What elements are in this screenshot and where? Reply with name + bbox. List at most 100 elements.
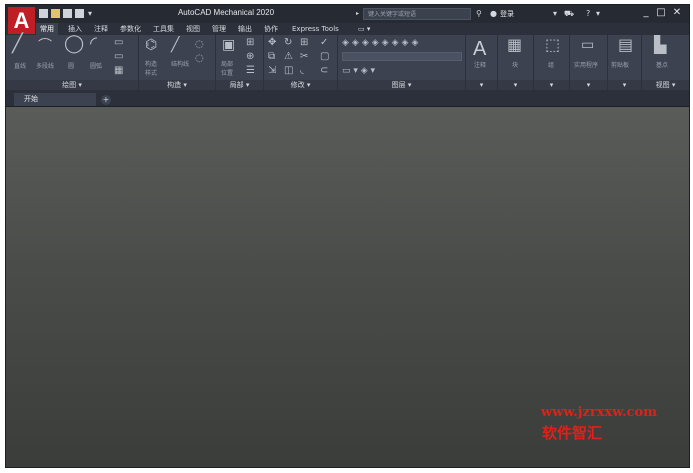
panel-layers: ◈◈◈◈◈◈◈◈ ▭ ▾ ◈ ▾ 图层 ▾ [338,35,466,90]
clipboard-label: 剪贴板 [611,62,630,69]
detail-view-icon[interactable]: ▣ [222,38,235,52]
clipboard-expand-icon[interactable]: ▾ [608,80,641,90]
mirror-icon[interactable]: ⚠ [284,51,293,63]
new-file-icon[interactable] [39,9,48,18]
tab-start[interactable]: 开始 [14,93,96,106]
search-arrow-icon: ▸ [356,10,360,17]
cart-icon[interactable]: ⛟ [564,9,574,19]
construct-style-label: 样式 [145,70,158,77]
help-dropdown-icon[interactable]: ▾ [596,9,600,19]
panel-modify: ✥ ↻ ⊞ ✓ ⧉ ⚠ ✂ ▢ ⇲ ◫ ◟ ⊂ 修改 ▾ [264,35,338,90]
binoculars-icon[interactable]: ⚲ [476,9,482,19]
hatch-tool-icon[interactable]: ▭ [114,37,123,49]
new-tab-button[interactable]: + [101,95,111,105]
login-button[interactable]: 登录 [500,9,514,19]
panel-title-modify[interactable]: 修改 ▾ [264,80,337,90]
tab-view[interactable]: 视图 [182,23,204,35]
panel-clipboard: ▤ 剪贴板 ▾ [608,35,642,90]
panel-title-layers[interactable]: 图层 ▾ [338,80,465,90]
arc-tool-icon[interactable]: ◜ [90,35,97,53]
minimize-button[interactable]: _ [639,6,653,20]
copy-icon[interactable]: ⧉ [268,51,275,63]
rotate-icon[interactable]: ↻ [284,37,292,49]
block-expand-icon[interactable]: ▾ [498,80,533,90]
tab-express-tools[interactable]: Express Tools [288,23,343,35]
panel-title-detail[interactable]: 局部 ▾ [216,80,263,90]
stretch-icon[interactable]: ⇲ [268,65,276,77]
trim-icon[interactable]: ✂ [300,51,308,63]
construct-icon[interactable]: ⌬ [145,38,157,52]
explode-icon[interactable]: ⊂ [320,65,328,77]
construct-circle-icon[interactable]: ◌ [195,39,204,51]
erase-icon[interactable]: ▢ [320,51,329,63]
array-icon[interactable]: ⊞ [300,37,308,49]
tab-home[interactable]: 常用 [36,23,58,35]
search-input[interactable]: 键入关键字或短语 [363,8,471,20]
document-tab-bar: 开始 + [6,90,689,107]
line-label: 直线 [14,63,27,70]
line-tool-icon[interactable]: ╱ [12,35,23,53]
xline-label: 结构线 [171,61,190,68]
workspace-switch-icon[interactable]: ▭ ▾ [354,23,374,35]
base-label: 基点 [656,62,669,69]
block-icon[interactable]: ▦ [507,37,522,53]
layer-dropdown[interactable] [342,52,462,61]
base-view-icon[interactable]: ▙ [654,37,666,53]
utilities-expand-icon[interactable]: ▾ [570,80,607,90]
ribbon: ╱ 直线 ⌒ 多段线 ◯ 圆 ◜ 圆弧 ▭ ▭ ▦ 绘图 ▾ ⌬ 构造 样式 ╱… [6,35,689,90]
save-icon[interactable] [63,9,72,18]
arc-label: 圆弧 [90,63,103,70]
application-menu-button[interactable]: A [8,7,35,34]
detail-icon-1[interactable]: ⊞ [246,37,254,49]
check-icon[interactable]: ✓ [320,37,328,49]
polyline-tool-icon[interactable]: ⌒ [38,39,52,53]
watermark-name: 软件智汇 [542,424,603,442]
group-expand-icon[interactable]: ▾ [534,80,569,90]
tab-output[interactable]: 输出 [234,23,256,35]
gradient-tool-icon[interactable]: ▦ [114,65,123,77]
maximize-button[interactable]: □ [654,6,668,20]
plot-icon[interactable] [75,9,84,18]
group-label: 组 [548,62,555,69]
measure-icon[interactable]: ▭ [581,38,594,52]
close-button[interactable]: ✕ [670,6,684,20]
move-icon[interactable]: ✥ [268,37,276,49]
open-folder-icon[interactable] [51,9,60,18]
panel-construct: ⌬ 构造 样式 ╱ 结构线 ◌ ◌ 构造 ▾ [139,35,216,90]
annotation-label: 注释 [474,62,487,69]
polyline-label: 多段线 [36,63,55,70]
panel-view: ▙ 基点 视图 ▾ [642,35,689,90]
tab-toolsets[interactable]: 工具集 [149,23,178,35]
annotation-expand-icon[interactable]: ▾ [466,80,497,90]
group-icon[interactable]: ⬚ [545,37,560,53]
panel-annotation: A 注释 ▾ [466,35,498,90]
tab-collaborate[interactable]: 协作 [260,23,282,35]
tab-manage[interactable]: 管理 [208,23,230,35]
construct-ellipse-icon[interactable]: ◌ [195,53,204,65]
qat-dropdown-icon[interactable]: ▾ [88,9,92,19]
title-bar: A ▾ AutoCAD Mechanical 2020 ▸ 键入关键字或短语 ⚲… [6,5,689,34]
dropdown-icon[interactable]: ▾ [553,9,557,19]
xline-icon[interactable]: ╱ [171,38,179,52]
layer-tools-icons[interactable]: ◈◈◈◈◈◈◈◈ [342,37,421,49]
rectangle-tool-icon[interactable]: ▭ [114,51,123,63]
clipboard-icon[interactable]: ▤ [618,37,633,53]
panel-title-draw[interactable]: 绘图 ▾ [6,80,138,90]
circle-tool-icon[interactable]: ◯ [64,35,84,53]
layer-state-icon[interactable]: ▭ ▾ ◈ ▾ [342,65,375,77]
detail-position-label: 位置 [221,70,234,77]
panel-title-construct[interactable]: 构造 ▾ [139,80,215,90]
fillet-icon[interactable]: ◟ [300,65,304,77]
detail-icon-3[interactable]: ☰ [246,65,255,77]
tab-parametric[interactable]: 参数化 [116,23,145,35]
panel-group: ⬚ 组 ▾ [534,35,570,90]
text-annotation-icon[interactable]: A [473,38,486,60]
scale-icon[interactable]: ◫ [284,65,293,77]
help-icon[interactable]: ? [586,9,590,19]
detail-icon-2[interactable]: ⊕ [246,51,254,63]
panel-title-view[interactable]: 视图 ▾ [642,80,689,90]
panel-block: ▦ 块 ▾ [498,35,534,90]
autocad-window: A ▾ AutoCAD Mechanical 2020 ▸ 键入关键字或短语 ⚲… [5,4,690,468]
utilities-label: 实用程序 [574,62,599,69]
user-icon[interactable]: ● [490,9,497,19]
